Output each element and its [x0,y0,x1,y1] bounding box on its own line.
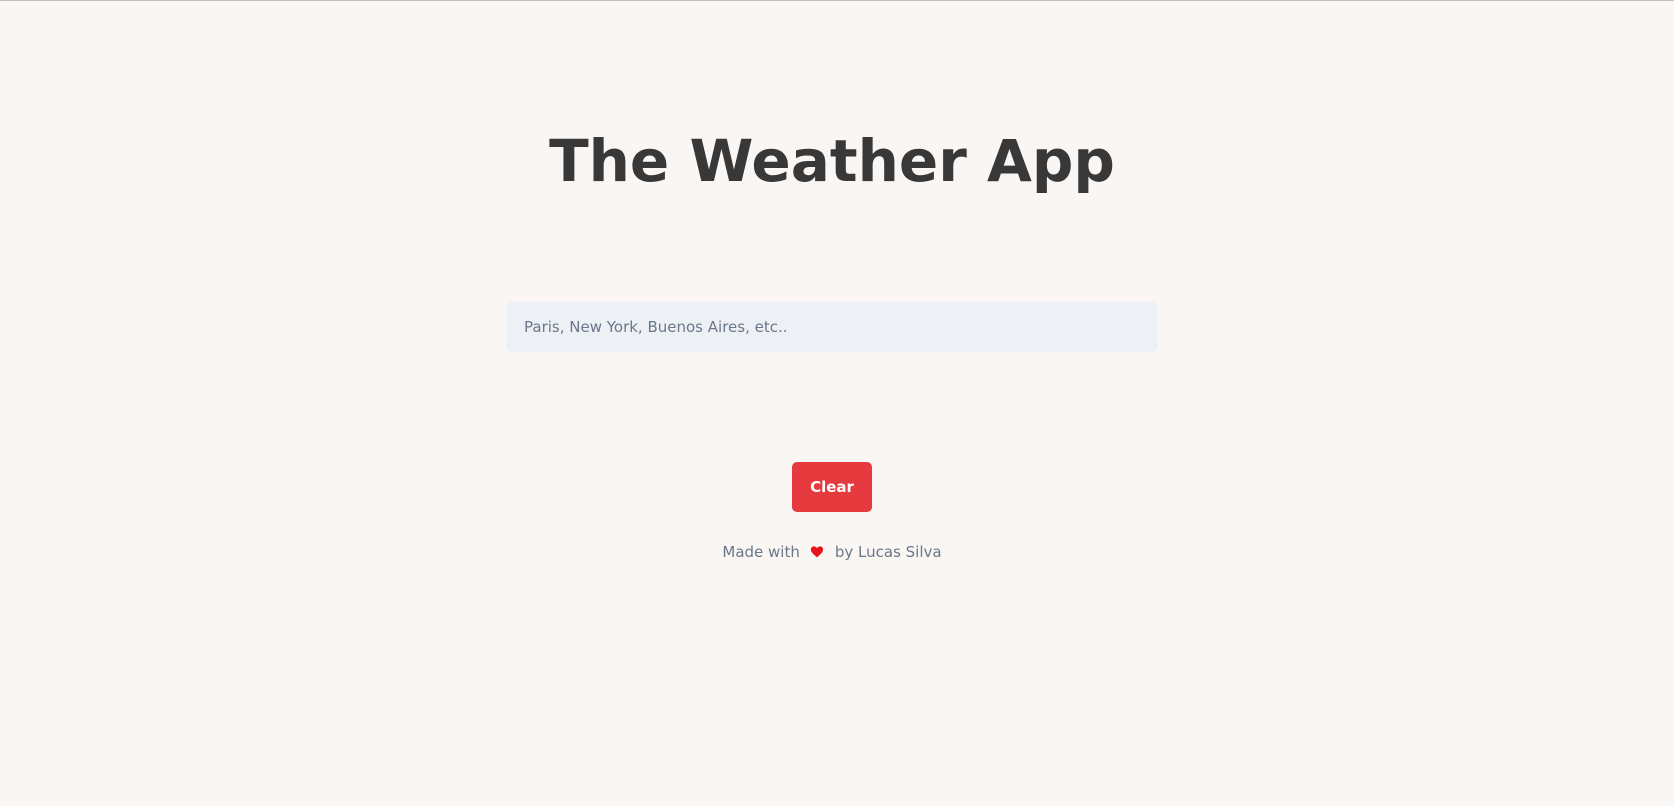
weather-app-page: The Weather App Clear Made with by Lucas… [0,1,1674,806]
footer-prefix: Made with [722,543,800,561]
heart-icon [810,545,824,559]
footer-author: by Lucas Silva [834,543,942,561]
page-title: The Weather App [549,127,1115,195]
city-search-input[interactable] [506,302,1158,352]
clear-button[interactable]: Clear [792,462,872,512]
footer-credit: Made with by Lucas Silva [0,541,1664,563]
